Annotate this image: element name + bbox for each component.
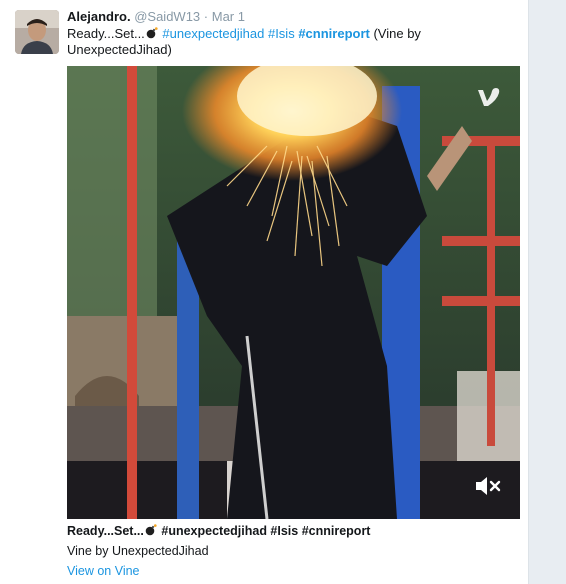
tweet-text: Ready...Set... #unexpectedjihad #Isis #c… — [67, 26, 517, 58]
card-description: Vine by UnexpectedJihad — [67, 544, 209, 558]
avatar[interactable] — [15, 10, 59, 54]
vine-logo-icon — [478, 88, 500, 106]
bomb-emoji-icon — [145, 524, 157, 536]
tweet-text-prefix: Ready...Set... — [67, 26, 145, 41]
link-card[interactable]: Ready...Set... #unexpectedjihad #Isis #c… — [67, 522, 520, 580]
card-title: Ready...Set... #unexpectedjihad #Isis #c… — [67, 522, 520, 540]
card-title-prefix: Ready...Set... — [67, 524, 144, 538]
hashtag-isis[interactable]: #Isis — [268, 26, 295, 41]
author-handle[interactable]: @SaidW13 — [134, 9, 200, 24]
avatar-image — [15, 10, 59, 54]
separator-dot: · — [203, 9, 209, 24]
bomb-emoji-icon — [146, 27, 158, 39]
video-frame-image — [67, 66, 520, 519]
tweet-date[interactable]: Mar 1 — [212, 9, 245, 24]
mute-toggle-button[interactable] — [474, 475, 502, 497]
view-on-vine-link[interactable]: View on Vine — [67, 562, 520, 580]
vine-video-player[interactable] — [67, 66, 520, 519]
speaker-muted-icon — [476, 477, 501, 495]
page-side-strip — [528, 0, 566, 584]
tweet-header: Alejandro. @SaidW13 · Mar 1 — [67, 9, 245, 25]
card-title-hashtags: #unexpectedjihad #Isis #cnnireport — [161, 524, 371, 538]
hashtag-cnnireport[interactable]: #cnnireport — [298, 26, 370, 41]
hashtag-unexpectedjihad[interactable]: #unexpectedjihad — [162, 26, 264, 41]
author-name[interactable]: Alejandro. — [67, 9, 131, 24]
